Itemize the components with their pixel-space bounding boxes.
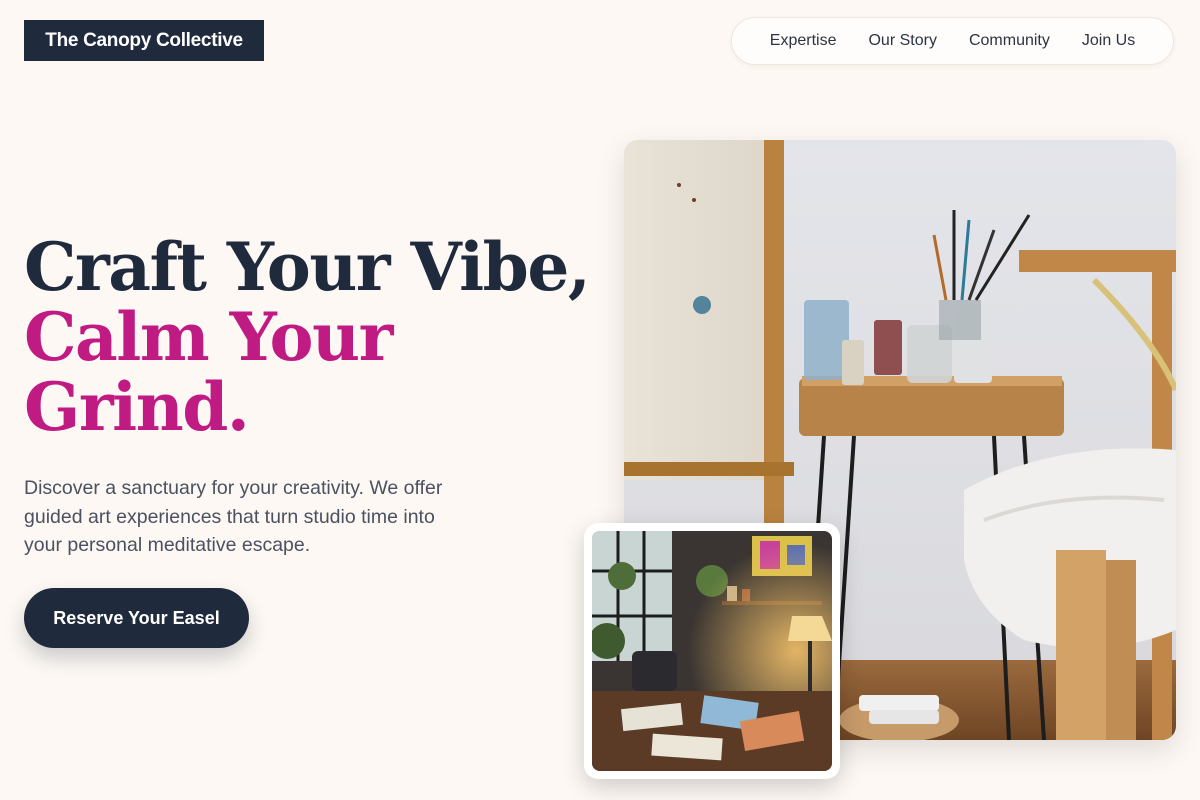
headline-line-2: Calm Your <box>24 298 393 376</box>
studio-inset-image-frame <box>584 523 840 779</box>
landing-page: The Canopy Collective Expertise Our Stor… <box>0 0 1200 800</box>
hero-description: Discover a sanctuary for your creativity… <box>24 477 443 556</box>
headline-line-3: Grind. <box>24 368 250 446</box>
studio-inset-image <box>592 531 832 771</box>
brand-logo[interactable]: The Canopy Collective <box>24 20 264 61</box>
nav-link-join-us[interactable]: Join Us <box>1082 32 1135 50</box>
brand-name: The Canopy Collective <box>45 29 243 51</box>
hero-headline: Craft Your Vibe, Calm Your Grind. <box>24 228 591 446</box>
headline-line-1: Craft Your Vibe, <box>24 228 591 306</box>
nav-link-our-story[interactable]: Our Story <box>868 32 936 50</box>
nav-link-community[interactable]: Community <box>969 32 1050 50</box>
main-nav: Expertise Our Story Community Join Us <box>731 17 1174 65</box>
reserve-easel-button[interactable]: Reserve Your Easel <box>24 588 249 648</box>
nav-link-expertise[interactable]: Expertise <box>770 32 837 50</box>
